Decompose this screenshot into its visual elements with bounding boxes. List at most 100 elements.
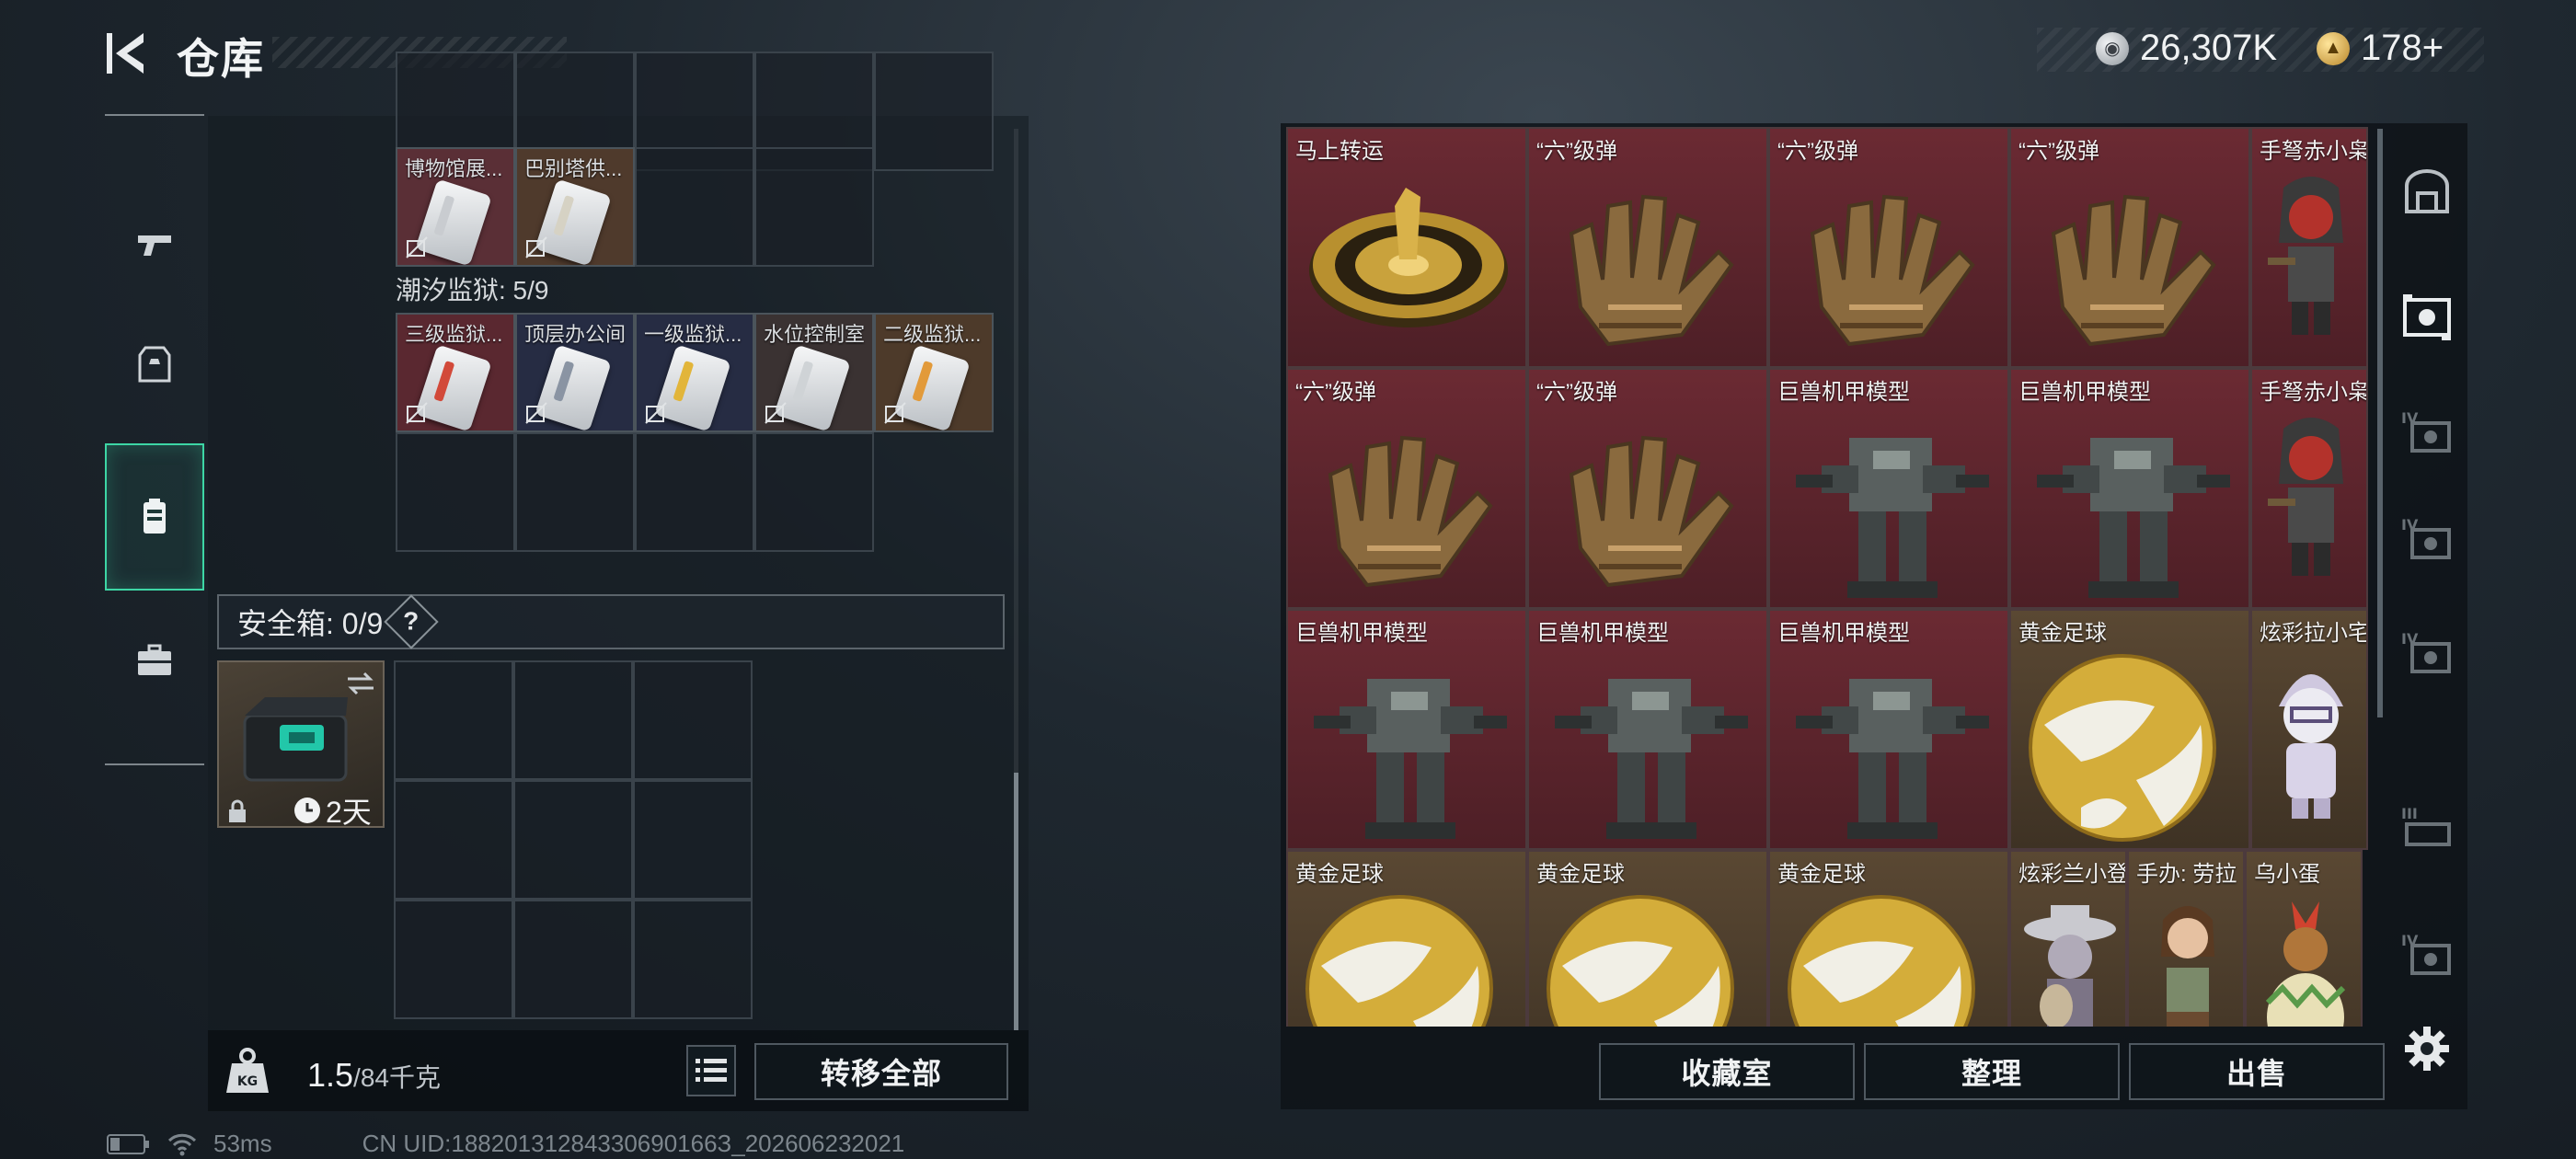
weight-icon: KG — [226, 1048, 269, 1093]
collection-item[interactable]: 巨兽机甲模型 — [1527, 609, 1768, 850]
collection-item[interactable]: 巨兽机甲模型 — [2009, 368, 2250, 609]
keycard-item[interactable]: 一级监狱... — [635, 313, 754, 432]
item-label: 水位控制室 — [764, 323, 866, 346]
keycard-item[interactable]: 巴别塔供... — [515, 147, 635, 267]
section-label: 潮汐监狱: 5/9 — [396, 276, 549, 304]
nav-display-case-4[interactable]: IV — [2394, 620, 2460, 686]
no-drop-icon — [406, 236, 428, 258]
pistol-icon — [138, 235, 171, 256]
glove-icon — [1544, 169, 1746, 358]
display-case-iii-icon: III — [2401, 805, 2451, 846]
back-arrow-icon[interactable] — [103, 28, 155, 79]
collection-item[interactable]: 巨兽机甲模型 — [1768, 368, 2009, 609]
item-label: 黄金足球 — [1295, 862, 1384, 887]
keycard-item[interactable]: 顶层办公间 — [515, 313, 635, 432]
item-label: 巨兽机甲模型 — [1777, 621, 1910, 646]
transfer-all-button[interactable]: 转移全部 — [754, 1043, 1008, 1100]
keycard-item[interactable]: 二级监狱... — [874, 313, 994, 432]
item-label: 黄金足球 — [2018, 621, 2107, 646]
collection-scrollbar[interactable] — [2377, 129, 2383, 717]
safebox-timer: 2天 — [293, 789, 372, 832]
item-label: 黄金足球 — [1536, 862, 1625, 887]
grid-cell[interactable] — [394, 780, 513, 900]
grid-cell[interactable] — [754, 147, 874, 267]
mech-icon — [1303, 651, 1514, 848]
collection-item[interactable]: 手弩赤小枭 — [2250, 368, 2368, 609]
figurine-egg-icon — [2255, 892, 2356, 1027]
collection-item[interactable]: “六”级弹 — [1527, 368, 1768, 609]
nav-vault[interactable] — [2394, 158, 2460, 224]
item-label: 巨兽机甲模型 — [1777, 380, 1910, 405]
collection-item[interactable]: 黄金足球 — [1286, 850, 1527, 1027]
nav-armor[interactable] — [105, 291, 204, 438]
grid-cell[interactable] — [394, 660, 513, 780]
grid-cell[interactable] — [515, 432, 635, 552]
grid-cell[interactable] — [633, 900, 753, 1019]
grid-cell[interactable] — [396, 432, 515, 552]
grid-cell[interactable] — [635, 147, 754, 267]
nav-display-case-3[interactable]: IV — [2394, 506, 2460, 572]
glove-icon — [1544, 410, 1746, 599]
safebox-item[interactable]: 2天 — [217, 660, 385, 829]
item-label: “六”级弹 — [1295, 380, 1376, 405]
collection-item[interactable]: 黄金足球 — [2009, 609, 2250, 850]
display-case-iv-icon: IV — [2401, 516, 2451, 559]
mech-icon — [2026, 410, 2237, 607]
collection-item[interactable]: 炫彩拉小宅 — [2250, 609, 2368, 850]
svg-text:KG: KG — [237, 1074, 258, 1089]
collection-item[interactable]: “六”级弹 — [2009, 127, 2250, 368]
grid-cell[interactable] — [513, 660, 633, 780]
grid-cell[interactable] — [754, 432, 874, 552]
nav-backpack[interactable] — [105, 443, 204, 591]
nav-display-case-6[interactable]: IV — [2394, 922, 2460, 988]
collection-room-button[interactable]: 收藏室 — [1599, 1043, 1855, 1100]
swap-icon[interactable] — [344, 670, 377, 697]
grid-cell[interactable] — [513, 780, 633, 900]
collection-item[interactable]: 炫彩兰小登 — [2009, 850, 2127, 1027]
collection-item[interactable]: “六”级弹 — [1286, 368, 1527, 609]
grid-cell[interactable] — [394, 900, 513, 1019]
nav-display-case-2[interactable]: IV — [2394, 399, 2460, 465]
collection-item[interactable]: 乌小蛋 — [2245, 850, 2363, 1027]
grid-cell[interactable] — [633, 780, 753, 900]
backpack-icon — [144, 499, 166, 534]
keycard-item[interactable]: 博物馆展... — [396, 147, 515, 267]
nav-cases[interactable] — [105, 587, 204, 734]
no-drop-icon — [884, 402, 906, 424]
safebox-timer-text: 2天 — [326, 796, 372, 829]
currency-silver[interactable]: ◉ 26,307K — [2096, 28, 2277, 69]
collection-item[interactable]: 手弩赤小枭 — [2250, 127, 2368, 368]
grid-cell[interactable] — [633, 660, 753, 780]
nav-display-case-1[interactable] — [2394, 283, 2460, 350]
page-title: 仓库 — [177, 35, 265, 83]
settings-button[interactable] — [2394, 1016, 2460, 1082]
collection-item[interactable]: 手办: 劳拉 — [2127, 850, 2245, 1027]
briefcase-icon — [138, 644, 171, 675]
sort-button[interactable]: 整理 — [1864, 1043, 2120, 1100]
battery-icon — [107, 1133, 149, 1154]
nav-display-case-5[interactable]: III — [2394, 795, 2460, 861]
glove-icon — [2026, 169, 2228, 358]
collection-item[interactable]: 马上转运 — [1286, 127, 1527, 368]
collection-item[interactable]: 黄金足球 — [1527, 850, 1768, 1027]
collection-item[interactable]: “六”级弹 — [1768, 127, 2009, 368]
grid-cell[interactable] — [874, 52, 994, 171]
keycard-item[interactable]: 三级监狱... — [396, 313, 515, 432]
grid-cell[interactable] — [513, 900, 633, 1019]
sell-button[interactable]: 出售 — [2129, 1043, 2385, 1100]
collection-item[interactable]: “六”级弹 — [1527, 127, 1768, 368]
keycard-item[interactable]: 水位控制室 — [754, 313, 874, 432]
left-nav — [105, 114, 204, 765]
collection-item[interactable]: 黄金足球 — [1768, 850, 2009, 1027]
grid-cell[interactable] — [635, 432, 754, 552]
currency-gold[interactable]: ▲ 178+ — [2317, 28, 2444, 69]
list-view-button[interactable] — [686, 1045, 736, 1096]
item-label: “六”级弹 — [1536, 380, 1617, 405]
collection-item[interactable]: 巨兽机甲模型 — [1768, 609, 2009, 850]
item-label: 炫彩拉小宅 — [2260, 621, 2366, 646]
help-button[interactable]: ? — [384, 594, 439, 649]
collection-item[interactable]: 巨兽机甲模型 — [1286, 609, 1527, 850]
ball-icon — [1303, 892, 1496, 1027]
backpack-scroll-thumb[interactable] — [1014, 773, 1018, 1030]
currency-silver-amount: 26,307K — [2140, 28, 2278, 68]
